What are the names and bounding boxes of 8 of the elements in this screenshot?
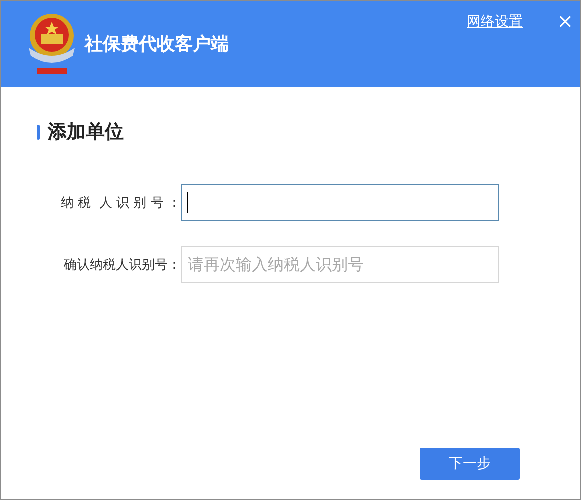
input-field[interactable] (181, 184, 499, 221)
field-label: 确认纳税人识别号： (63, 256, 181, 274)
next-button[interactable]: 下一步 (420, 448, 520, 480)
window-title: 社保费代收客户端 (85, 33, 229, 56)
section-title: 添加单位 (48, 120, 124, 145)
network-settings-link[interactable]: 网络设置 (467, 13, 523, 31)
field-label: 纳 税 人 识 别 号 ： (60, 194, 181, 212)
close-button[interactable]: × (553, 9, 578, 33)
